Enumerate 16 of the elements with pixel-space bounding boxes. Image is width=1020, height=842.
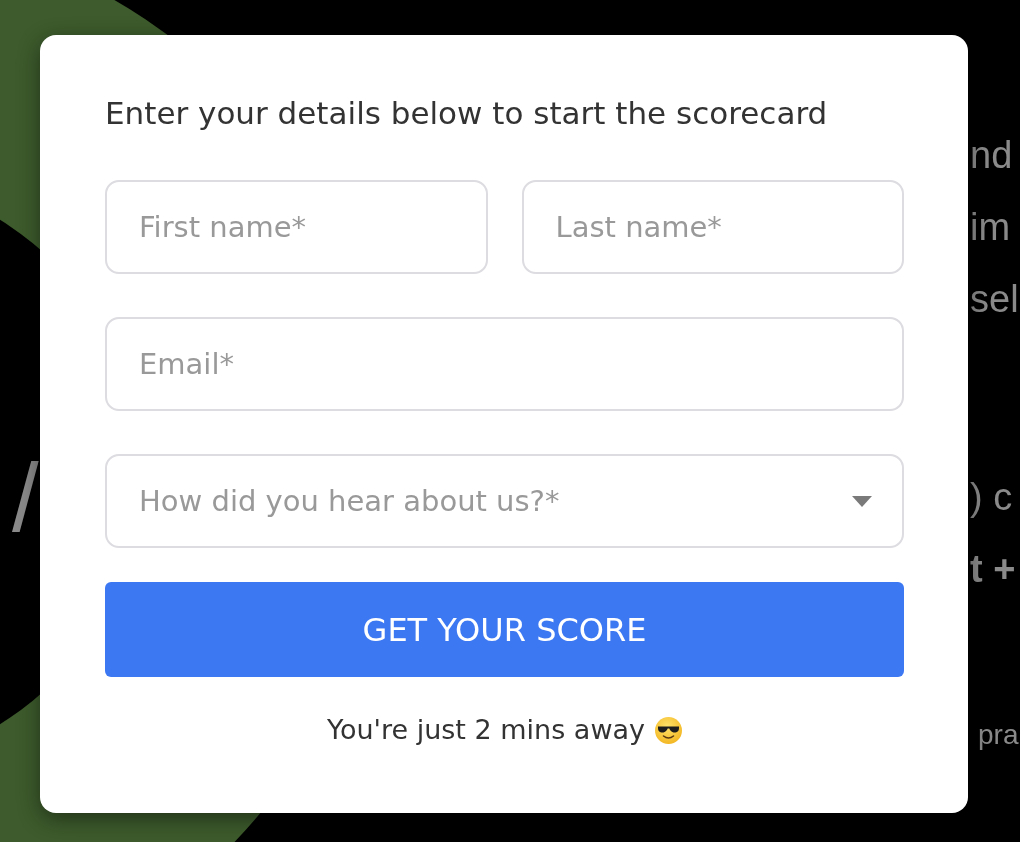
input-field[interactable]: Last name* [521,180,904,274]
sunglasses-face-icon [655,716,682,744]
background-text: pra [977,718,1020,752]
caret-icon [852,495,872,507]
background-text: nd [970,133,1014,178]
background-text: / [12,450,39,546]
input-field[interactable]: First name* [105,180,488,274]
background-text: sel [970,277,1020,322]
background-text: t + [970,547,1017,592]
form-heading: Enter your details below to start the scorecard [105,94,829,133]
background-text: ) c [970,475,1014,520]
input-field[interactable]: Email* [105,317,904,411]
select-field[interactable]: How did you hear about us?* [105,454,904,548]
footer-note: You're just 2 mins away [327,713,645,747]
submit-button[interactable]: GET YOUR SCORE [105,582,904,677]
background-text: im [970,205,1012,250]
